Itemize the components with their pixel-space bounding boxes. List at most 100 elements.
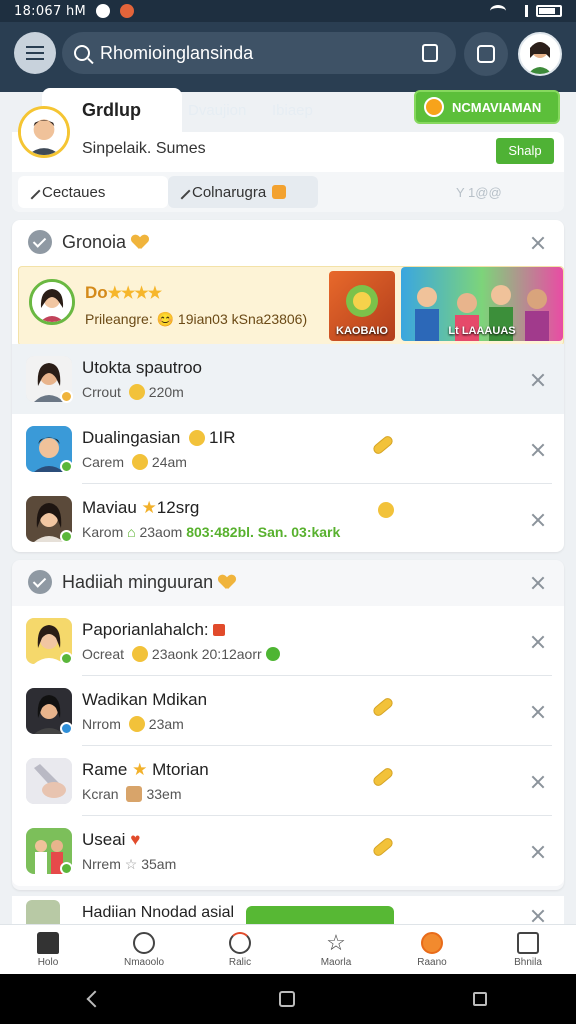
pencil-icon [173, 182, 191, 200]
emoji-icon [128, 384, 145, 400]
home-icon [37, 931, 59, 954]
close-icon[interactable] [530, 844, 546, 860]
app-notification-icon [120, 4, 135, 18]
group-panel: Sinpelaik. Sumes Shalp Cectaues Colnarug… [12, 132, 564, 212]
featured-thumbnail[interactable]: KAOBAIO [329, 271, 395, 341]
item-meta: Kcran 33em [82, 786, 182, 802]
pencil-icon [23, 182, 41, 200]
close-icon[interactable] [530, 442, 546, 458]
group-subtitle: Sinpelaik. Sumes [82, 140, 206, 157]
list-item[interactable]: Maviau ★12srg Karom ⌂ 23aom 803:482bl. S… [12, 484, 564, 554]
nav-messages[interactable]: Nmaoolo [96, 925, 192, 974]
wifi-icon [490, 5, 506, 17]
section-header[interactable]: Gronoia [12, 220, 564, 264]
nav-explore[interactable]: Ralic [192, 925, 288, 974]
back-icon[interactable] [86, 990, 104, 1008]
nav-rewards[interactable]: Raano [384, 925, 480, 974]
list-item[interactable]: Paporianlahalch: Ocreat 23aonk 20:12aorr [12, 606, 564, 676]
list-item[interactable]: Rame ★ Mtorian Kcran 33em [12, 746, 564, 816]
close-icon[interactable] [530, 512, 546, 528]
nav-label: Maorla [320, 956, 352, 968]
close-icon[interactable] [530, 372, 546, 388]
signal-icon [514, 5, 528, 17]
group-avatar[interactable] [18, 106, 70, 158]
item-meta: Karom ⌂ 23aom 803:482bl. San. 03:kark [82, 524, 341, 540]
pill-icon [371, 696, 395, 718]
section-groups: Gronoia Do★★★★ Prileangre: 😊 19ian03 kSn… [12, 220, 564, 552]
filter-chip-label: Colnarugra [192, 183, 267, 201]
nav-favorites[interactable]: ☆ Maorla [288, 925, 384, 974]
close-icon[interactable] [530, 704, 546, 720]
profile-avatar[interactable] [518, 32, 562, 76]
close-icon[interactable] [530, 774, 546, 790]
section-weekly-gifts: Hadiiah minguuran Paporianlahalch: Ocrea… [12, 560, 564, 890]
item-name: Utokta spautroo [82, 358, 203, 377]
avatar [26, 900, 60, 926]
status-badge [60, 722, 73, 735]
house-outline-icon [517, 931, 539, 954]
item-name: Wadikan Mdikan [82, 690, 208, 709]
list-item[interactable]: Dualingasian 1IR Carem 24am [12, 414, 564, 484]
item-meta: Nrrom 23am [82, 716, 184, 732]
scan-icon[interactable] [422, 44, 438, 62]
item-name: Paporianlahalch: [82, 620, 226, 640]
nav-home[interactable]: Holo [0, 925, 96, 974]
nav-label: Holo [37, 956, 59, 968]
nav-label: Ralic [228, 956, 252, 968]
recents-icon[interactable] [473, 992, 487, 1006]
search-icon [74, 45, 90, 61]
heart-icon: ♥ [130, 830, 141, 849]
avatar [29, 279, 75, 325]
nav-profile[interactable]: Bhnila [480, 925, 576, 974]
featured-item[interactable]: Do★★★★ Prileangre: 😊 19ian03 kSna23806) … [18, 266, 564, 346]
section-title: Hadiiah minguuran [62, 571, 214, 592]
list-item[interactable]: Utokta spautroo Crrout 220m [12, 344, 564, 414]
filter-chip-1[interactable]: Cectaues [18, 176, 168, 208]
item-name: Hadiian Nnodad asial [82, 904, 235, 921]
section-header[interactable]: Hadiiah minguuran [12, 560, 564, 604]
list-item[interactable]: Wadikan Mdikan Nrrom 23am [12, 676, 564, 746]
featured-banner[interactable]: Lt LAAAUAS [401, 267, 563, 341]
close-icon[interactable] [530, 575, 546, 591]
search-bar[interactable]: Rhomioinglansinda [62, 32, 456, 74]
star-icon: ★ [132, 760, 148, 779]
gift-icon [126, 786, 143, 802]
camera-button[interactable] [464, 32, 508, 76]
nav-label: Raano [417, 956, 447, 968]
close-icon[interactable] [530, 634, 546, 650]
tab-media[interactable]: Ibiaep [272, 102, 313, 119]
notification-icon [96, 4, 111, 18]
filter-bar: Cectaues Colnarugra Y 1@@ [12, 172, 564, 212]
status-badge [60, 460, 73, 473]
item-name: Maviau ★12srg [82, 498, 200, 517]
filter-chip-3[interactable]: Y 1@@ [432, 176, 552, 208]
list-item[interactable]: Useai ♥ Nrrem ☆ 35am [12, 816, 564, 886]
tab-discussion[interactable]: Dvaujion [188, 102, 246, 119]
thumbnail-label: KAOBAIO [336, 325, 388, 337]
bottom-nav: Holo Nmaoolo Ralic ☆ Maorla Raano Bhnila [0, 924, 576, 974]
close-icon[interactable] [530, 908, 546, 924]
group-action-label: NCMAVIAMAN [452, 99, 542, 115]
group-action-button[interactable]: NCMAVIAMAN [414, 90, 560, 124]
house-icon: ⌂ [127, 524, 136, 540]
status-badge [60, 652, 73, 665]
nav-label: Nmaoolo [123, 956, 165, 968]
menu-button[interactable] [14, 32, 56, 74]
close-icon[interactable] [530, 235, 546, 251]
star-outline-icon: ☆ [124, 856, 138, 872]
system-nav [0, 974, 576, 1024]
home-button-icon[interactable] [279, 991, 295, 1007]
reward-icon [421, 931, 443, 954]
filter-chip-2[interactable]: Colnarugra [168, 176, 318, 208]
item-meta: Nrrem ☆ 35am [82, 856, 177, 872]
star-icon: ☆ [326, 929, 346, 955]
check-icon [28, 570, 52, 594]
battery-icon [536, 5, 562, 17]
emoji-icon [131, 454, 148, 470]
rating-stars: ★★★★ [107, 285, 162, 302]
share-button[interactable]: Shalp [496, 138, 554, 164]
search-input[interactable]: Rhomioinglansinda [100, 43, 253, 64]
coin-icon [378, 502, 394, 518]
heart-icon [132, 235, 148, 249]
nav-label: Bhnila [514, 956, 542, 968]
